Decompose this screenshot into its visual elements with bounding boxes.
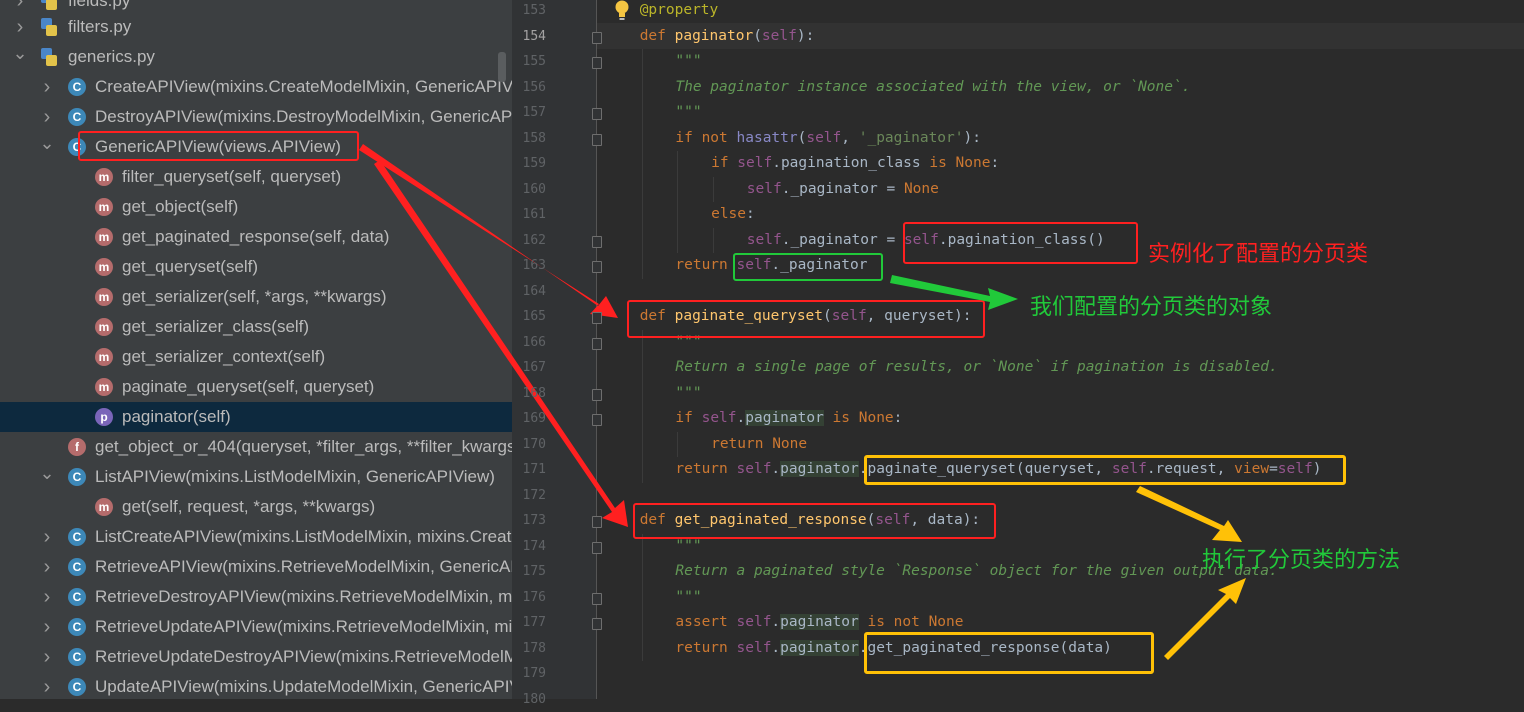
line-number: 158 xyxy=(512,126,546,152)
line-number: 165 xyxy=(512,304,546,330)
annotation-execute-method: 执行了分页类的方法 xyxy=(1202,542,1400,574)
line-number: 163 xyxy=(512,253,546,279)
line-number: 174 xyxy=(512,534,546,560)
fold-marker-icon[interactable] xyxy=(592,389,602,401)
fold-marker-icon[interactable] xyxy=(592,338,602,350)
line-number: 171 xyxy=(512,457,546,483)
line-number: 154 xyxy=(512,24,546,50)
arrow-from-get-paginated-response-call xyxy=(1164,578,1246,660)
line-number: 153 xyxy=(512,0,546,24)
line-number: 156 xyxy=(512,75,546,101)
fold-marker-icon[interactable] xyxy=(592,414,602,426)
line-number: 175 xyxy=(512,559,546,585)
annotation-arrows xyxy=(0,0,1524,699)
line-number: 170 xyxy=(512,432,546,458)
fold-marker-icon[interactable] xyxy=(592,134,602,146)
line-number: 167 xyxy=(512,355,546,381)
line-number: 157 xyxy=(512,100,546,126)
fold-marker-icon[interactable] xyxy=(592,618,602,630)
arrow-to-paginate-queryset xyxy=(359,144,618,318)
annotation-paginator-object: 我们配置的分页类的对象 xyxy=(1030,289,1272,321)
arrow-from-paginate-queryset-call xyxy=(1136,486,1242,542)
line-number: 173 xyxy=(512,508,546,534)
fold-marker-icon[interactable] xyxy=(592,312,602,324)
fold-marker-icon[interactable] xyxy=(592,57,602,69)
line-number: 172 xyxy=(512,483,546,509)
line-number: 178 xyxy=(512,636,546,662)
fold-marker-icon[interactable] xyxy=(592,108,602,120)
line-number: 180 xyxy=(512,687,546,712)
line-number: 179 xyxy=(512,661,546,687)
fold-marker-icon[interactable] xyxy=(592,542,602,554)
line-number: 159 xyxy=(512,151,546,177)
line-number: 164 xyxy=(512,279,546,305)
line-number: 176 xyxy=(512,585,546,611)
line-number: 161 xyxy=(512,202,546,228)
fold-marker-icon[interactable] xyxy=(592,593,602,605)
fold-marker-icon[interactable] xyxy=(592,261,602,273)
line-number: 168 xyxy=(512,381,546,407)
fold-marker-icon[interactable] xyxy=(592,236,602,248)
line-number: 162 xyxy=(512,228,546,254)
line-number: 166 xyxy=(512,330,546,356)
line-number: 177 xyxy=(512,610,546,636)
arrow-to-get-paginated-response xyxy=(374,160,628,527)
arrow-to-object-label xyxy=(890,275,1018,310)
annotation-instantiate: 实例化了配置的分页类 xyxy=(1148,236,1368,268)
line-number: 169 xyxy=(512,406,546,432)
line-number: 155 xyxy=(512,49,546,75)
line-number: 160 xyxy=(512,177,546,203)
fold-marker-icon[interactable] xyxy=(592,32,602,44)
fold-marker-icon[interactable] xyxy=(592,516,602,528)
